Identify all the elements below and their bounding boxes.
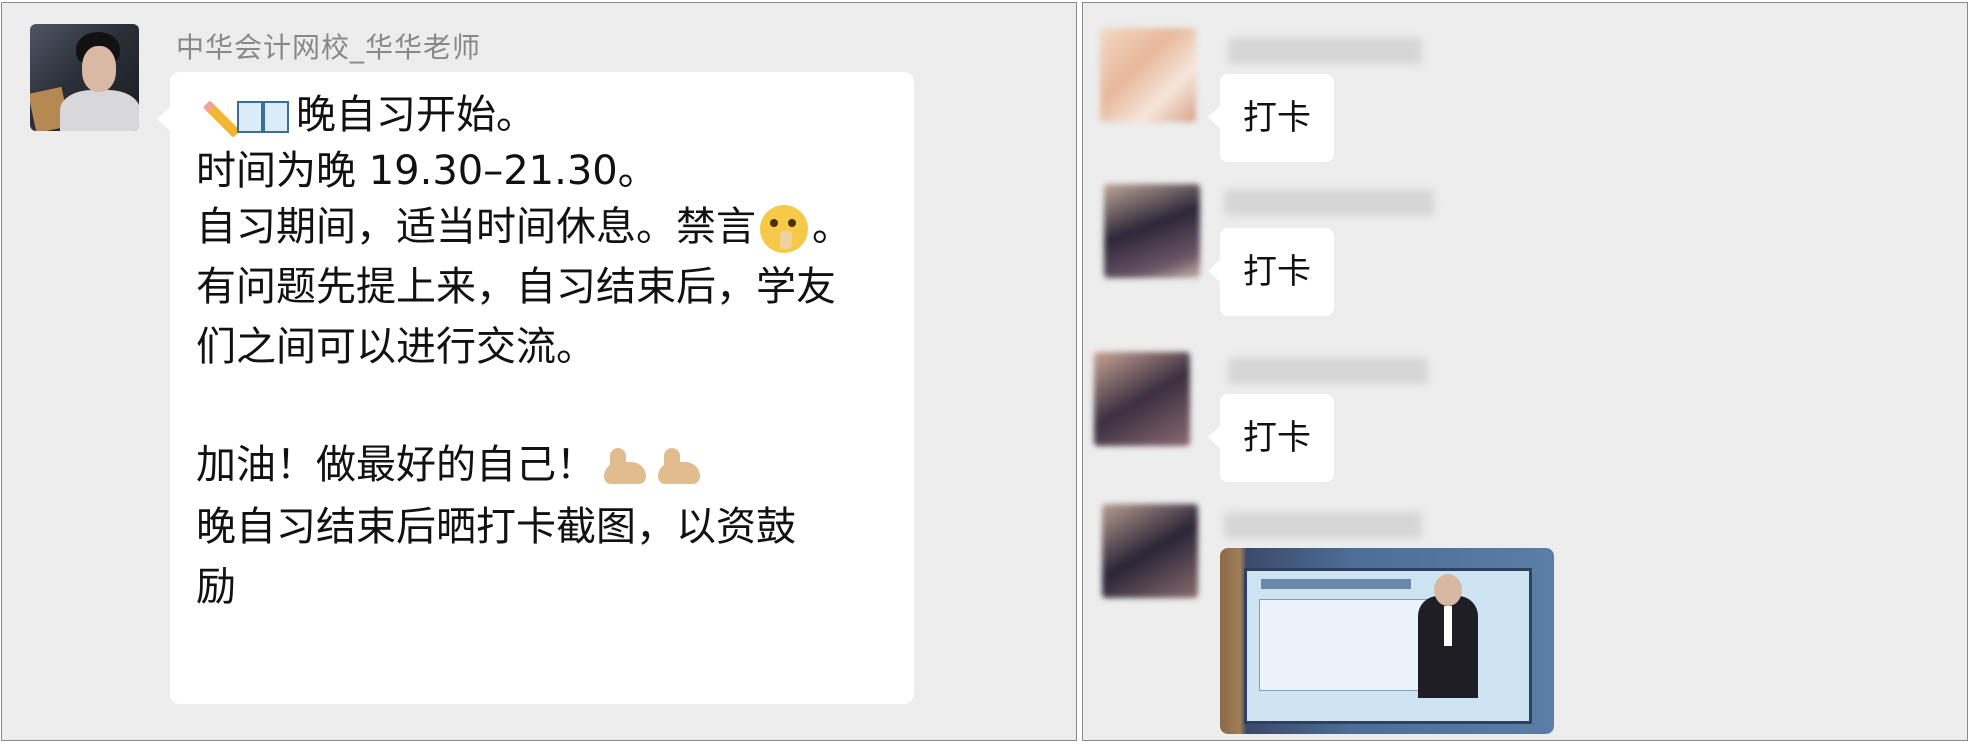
- checkin-bubble[interactable]: 打卡: [1208, 228, 1334, 316]
- member-avatar[interactable]: [1102, 504, 1198, 598]
- message-line-7: 晚自习结束后晒打卡截图，以资鼓: [196, 504, 796, 550]
- member-name-blurred: [1224, 512, 1422, 538]
- member-name-blurred: [1228, 358, 1428, 384]
- message-line-2: 时间为晚 19.30–21.30。: [196, 148, 658, 194]
- open-book-icon: [236, 97, 292, 137]
- flexed-biceps-icon: [602, 444, 650, 490]
- message-line-1: 晚自习开始。: [196, 90, 536, 140]
- shushing-face-icon: [760, 205, 808, 253]
- announcement-bubble[interactable]: 晚自习开始。 时间为晚 19.30–21.30。 自习期间，适当时间休息。禁言。…: [157, 72, 914, 704]
- message-line-3: 自习期间，适当时间休息。禁言。: [196, 202, 852, 253]
- teacher-avatar[interactable]: [30, 24, 139, 131]
- checkin-bubble[interactable]: 打卡: [1208, 74, 1334, 162]
- member-avatar[interactable]: [1094, 352, 1190, 446]
- member-avatar[interactable]: [1104, 184, 1200, 278]
- flexed-biceps-icon: [656, 444, 704, 490]
- message-line-6: 加油！做最好的自己！: [196, 440, 704, 490]
- message-line-8: 励: [196, 564, 236, 610]
- member-name-blurred: [1228, 38, 1422, 64]
- sender-name: 中华会计网校_华华老师: [176, 31, 482, 64]
- checkin-bubble[interactable]: 打卡: [1208, 394, 1334, 482]
- member-avatar[interactable]: [1100, 28, 1196, 122]
- member-name-blurred: [1224, 190, 1434, 216]
- message-line-4: 有问题先提上来，自习结束后，学友: [196, 264, 836, 310]
- message-line-5: 们之间可以进行交流。: [196, 324, 596, 370]
- checkin-screenshot-image[interactable]: [1220, 548, 1554, 734]
- pencil-icon: [196, 100, 230, 134]
